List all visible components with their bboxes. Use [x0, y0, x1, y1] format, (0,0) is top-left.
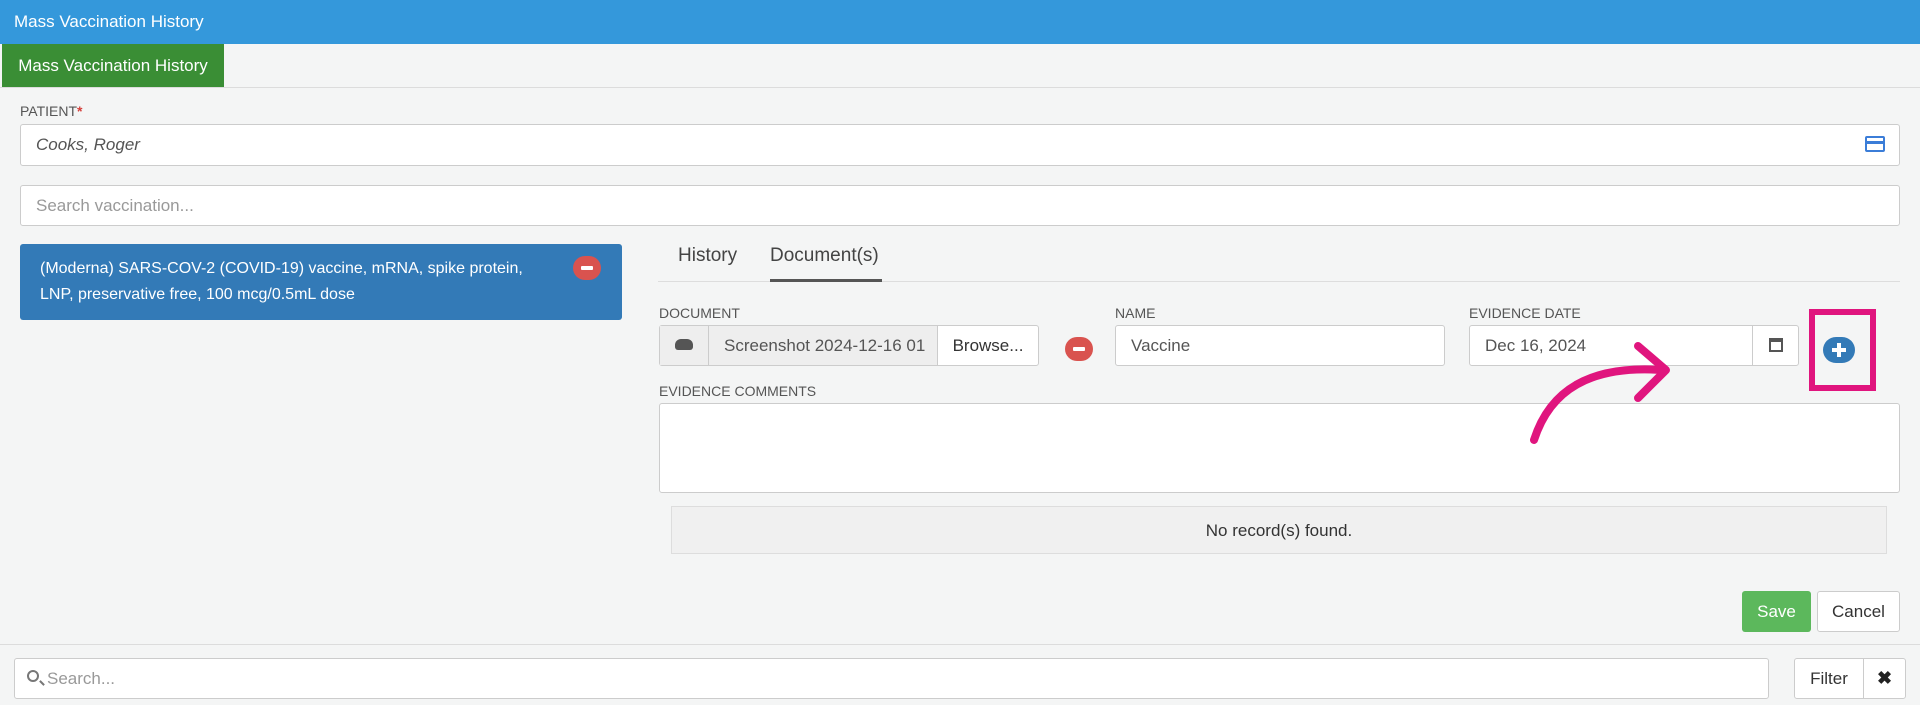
- cancel-button[interactable]: Cancel: [1817, 591, 1900, 632]
- save-button[interactable]: Save: [1742, 591, 1811, 632]
- annotation-arrow-icon: [1530, 342, 1670, 444]
- cloud-upload-icon: [675, 339, 693, 350]
- empty-table-message: No record(s) found.: [671, 506, 1887, 554]
- search-vaccination-input[interactable]: Search vaccination...: [20, 185, 1900, 226]
- bottom-search-bar: Search... Filter ✖: [0, 644, 1920, 705]
- tab-strip: Mass Vaccination History: [0, 44, 1920, 88]
- bottom-search-placeholder: Search...: [47, 669, 116, 688]
- patient-value: Cooks, Roger: [36, 135, 140, 154]
- name-label: NAME: [1115, 305, 1156, 321]
- search-icon: [27, 670, 39, 682]
- bottom-search-input[interactable]: Search...: [14, 658, 1769, 699]
- evidence-date-label: EVIDENCE DATE: [1469, 305, 1581, 321]
- document-upload-group[interactable]: Screenshot 2024-12-16 01 Browse...: [659, 325, 1039, 366]
- required-asterisk: *: [77, 103, 83, 119]
- calendar-button[interactable]: [1752, 325, 1799, 366]
- window-title: Mass Vaccination History: [0, 0, 1920, 44]
- document-label: DOCUMENT: [659, 305, 740, 321]
- vaccine-item-label: (Moderna) SARS-COV-2 (COVID-19) vaccine,…: [40, 260, 523, 303]
- patient-label-text: PATIENT: [20, 103, 78, 119]
- filter-button[interactable]: Filter: [1794, 658, 1864, 699]
- tab-history[interactable]: History: [678, 230, 744, 282]
- evidence-comments-label: EVIDENCE COMMENTS: [659, 383, 817, 399]
- detail-tabs: History Document(s): [658, 230, 1900, 282]
- vaccine-list-item[interactable]: (Moderna) SARS-COV-2 (COVID-19) vaccine,…: [20, 244, 622, 320]
- browse-button[interactable]: Browse...: [938, 326, 1038, 365]
- remove-vaccine-icon[interactable]: [573, 256, 601, 280]
- calendar-icon: [1769, 338, 1783, 352]
- close-icon[interactable]: ✖: [1863, 658, 1906, 699]
- name-input[interactable]: Vaccine: [1115, 325, 1445, 366]
- tab-documents[interactable]: Document(s): [770, 230, 882, 282]
- card-icon[interactable]: [1865, 136, 1885, 152]
- document-file-name: Screenshot 2024-12-16 01: [709, 326, 938, 365]
- evidence-comments-textarea[interactable]: [659, 403, 1900, 493]
- remove-document-icon[interactable]: [1065, 337, 1093, 361]
- patient-field[interactable]: Cooks, Roger: [20, 124, 1900, 166]
- upload-addon: [660, 326, 709, 365]
- name-value: Vaccine: [1131, 336, 1191, 355]
- tab-mass-vaccination-history[interactable]: Mass Vaccination History: [2, 44, 224, 87]
- search-vaccination-placeholder: Search vaccination...: [36, 196, 194, 215]
- patient-label: PATIENT*: [20, 103, 83, 119]
- annotation-highlight-box: [1809, 309, 1876, 391]
